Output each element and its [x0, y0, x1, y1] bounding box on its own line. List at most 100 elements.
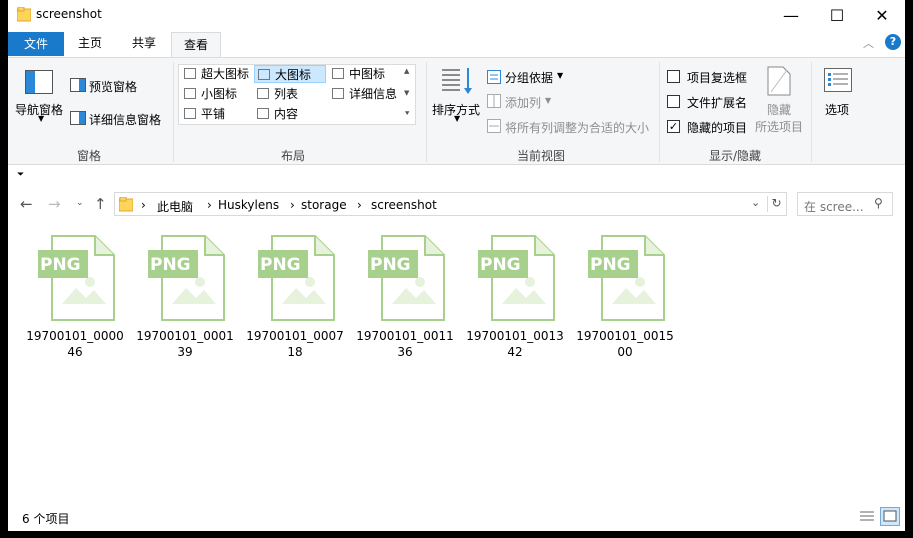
layout-extra-large-icons[interactable]: 超大图标: [181, 65, 249, 83]
group-by-dropdown-icon[interactable]: ▼: [557, 71, 563, 80]
add-column-button[interactable]: 添加列: [505, 94, 541, 111]
explorer-window: screenshot — ☐ ✕ 文件 主页 共享 查看 ︿ ? 导航窗格 ▼ …: [8, 0, 905, 531]
minimize-button[interactable]: —: [768, 0, 814, 31]
file-name-line1: 19700101_0011: [356, 329, 454, 343]
forward-arrow-icon[interactable]: →: [48, 195, 61, 213]
file-name-line2: 00: [617, 345, 633, 359]
address-dropdown-icon[interactable]: ⌄: [751, 196, 760, 209]
options-icon: [824, 68, 852, 95]
show-hide-group-label: 显示/隐藏: [708, 149, 762, 163]
ribbon: 导航窗格 ▼ 预览窗格 详细信息窗格 窗格 超大图标 大图标 中图标 小图标 列…: [8, 57, 905, 165]
breadcrumb-screenshot[interactable]: screenshot: [371, 198, 437, 212]
breadcrumb-separator-icon[interactable]: ›: [357, 198, 362, 212]
help-icon[interactable]: ?: [885, 34, 901, 50]
breadcrumb-huskylens[interactable]: Huskylens: [218, 198, 279, 212]
hidden-items-checkbox[interactable]: ✓: [667, 120, 680, 133]
customize-quick-access-icon[interactable]: ⏷: [17, 170, 24, 180]
file-name-line2: 39: [177, 345, 193, 359]
file-name-line1: 19700101_0001: [136, 329, 234, 343]
item-checkboxes-checkbox[interactable]: [667, 70, 680, 83]
layout-scroll-up-icon[interactable]: ▲: [404, 67, 409, 75]
address-bar[interactable]: › 此电脑 › Huskylens › storage › screenshot…: [114, 192, 787, 216]
layout-scroll-down-icon[interactable]: ▼: [404, 89, 409, 97]
search-box[interactable]: 在 scree... ⚲: [797, 192, 893, 216]
layout-small-icons[interactable]: 小图标: [181, 85, 237, 103]
hidden-items-label: 隐藏的项目: [687, 121, 748, 135]
file-item[interactable]: PNG 19700101_0011 36: [352, 234, 458, 360]
png-file-icon: PNG: [34, 234, 116, 322]
collapse-ribbon-icon[interactable]: ︿: [863, 35, 874, 51]
navigation-bar: ← → ⌄ ↑ › 此电脑 › Huskylens › storage › sc…: [8, 190, 905, 220]
details-pane-icon: [70, 111, 86, 128]
breadcrumb-this-pc[interactable]: 此电脑: [157, 198, 193, 215]
layout-content[interactable]: 内容: [254, 105, 298, 123]
details-pane-button[interactable]: 详细信息窗格: [89, 111, 161, 128]
fit-columns-button[interactable]: 将所有列调整为合适的大小: [505, 119, 649, 136]
layout-gallery: 超大图标 大图标 中图标 小图标 列表 详细信息 平铺 内容 ▲ ▼ ⯆: [178, 64, 416, 125]
up-arrow-icon[interactable]: ↑: [94, 195, 107, 213]
file-name-line2: 36: [397, 345, 413, 359]
layout-details[interactable]: 详细信息: [329, 85, 397, 103]
refresh-icon[interactable]: ↻: [767, 196, 785, 212]
group-by-icon: [487, 70, 501, 87]
layout-medium-icons[interactable]: 中图标: [329, 65, 385, 83]
file-item[interactable]: PNG 19700101_0000 46: [22, 234, 128, 360]
png-file-icon: PNG: [364, 234, 446, 322]
window-title: screenshot: [36, 7, 102, 21]
extra-large-icons-icon: [184, 68, 196, 79]
layout-group-label: 布局: [280, 149, 305, 163]
pane-group-label: 窗格: [76, 149, 101, 163]
details-view-toggle-icon[interactable]: [858, 509, 876, 525]
breadcrumb-separator-icon[interactable]: ›: [290, 198, 295, 212]
large-icons-view-toggle-icon[interactable]: [880, 507, 900, 526]
png-file-icon: PNG: [144, 234, 226, 322]
maximize-button[interactable]: ☐: [814, 0, 860, 31]
add-column-dropdown-icon[interactable]: ▼: [545, 96, 551, 105]
preview-pane-button[interactable]: 预览窗格: [89, 78, 137, 95]
breadcrumb-separator-icon[interactable]: ›: [207, 198, 212, 212]
file-item[interactable]: PNG 19700101_0007 18: [242, 234, 348, 360]
sort-by-icon: [440, 66, 474, 99]
layout-list[interactable]: 列表: [254, 85, 298, 103]
file-name-line1: 19700101_0015: [576, 329, 674, 343]
add-column-icon: [487, 94, 501, 111]
search-icon[interactable]: ⚲: [874, 196, 883, 210]
sort-by-dropdown-icon[interactable]: ▼: [454, 114, 460, 123]
separator: [659, 62, 660, 162]
file-item[interactable]: PNG 19700101_0001 39: [132, 234, 238, 360]
navigation-pane-dropdown-icon[interactable]: ▼: [38, 114, 44, 123]
group-by-button[interactable]: 分组依据: [505, 69, 553, 86]
breadcrumb-storage[interactable]: storage: [301, 198, 347, 212]
file-name-line2: 46: [67, 345, 83, 359]
file-extensions-checkbox[interactable]: [667, 95, 680, 108]
tab-view[interactable]: 查看: [171, 32, 221, 58]
content-icon: [257, 108, 269, 119]
layout-tiles[interactable]: 平铺: [181, 105, 225, 123]
recent-locations-icon[interactable]: ⌄: [76, 198, 84, 208]
tab-share[interactable]: 共享: [122, 31, 166, 57]
hide-selected-button[interactable]: 隐藏: [767, 101, 791, 118]
png-badge: PNG: [370, 255, 411, 275]
tab-home[interactable]: 主页: [68, 31, 112, 57]
png-file-icon: PNG: [584, 234, 666, 322]
layout-large-icons[interactable]: 大图标: [254, 65, 326, 83]
breadcrumb-separator-icon[interactable]: ›: [141, 198, 146, 212]
layout-expand-icon[interactable]: ⯆: [404, 109, 410, 119]
file-item[interactable]: PNG 19700101_0013 42: [462, 234, 568, 360]
file-list: PNG 19700101_0000 46 PNG 19700101_0001 39 …: [8, 224, 905, 504]
options-button[interactable]: 选项: [825, 101, 849, 118]
file-name-line2: 18: [287, 345, 303, 359]
png-badge: PNG: [590, 255, 631, 275]
large-icons-icon: [258, 69, 270, 80]
search-input[interactable]: 在 scree...: [804, 198, 864, 215]
hide-selected-button-line2: 所选项目: [755, 120, 804, 134]
file-item[interactable]: PNG 19700101_0015 00: [572, 234, 678, 360]
navigation-pane-icon: [25, 70, 53, 97]
tab-file[interactable]: 文件: [8, 32, 64, 56]
png-badge: PNG: [480, 255, 521, 275]
folder-icon: [118, 196, 134, 215]
details-icon: [332, 88, 344, 99]
close-button[interactable]: ✕: [859, 0, 905, 31]
back-arrow-icon[interactable]: ←: [20, 195, 33, 213]
file-name-line2: 42: [507, 345, 523, 359]
